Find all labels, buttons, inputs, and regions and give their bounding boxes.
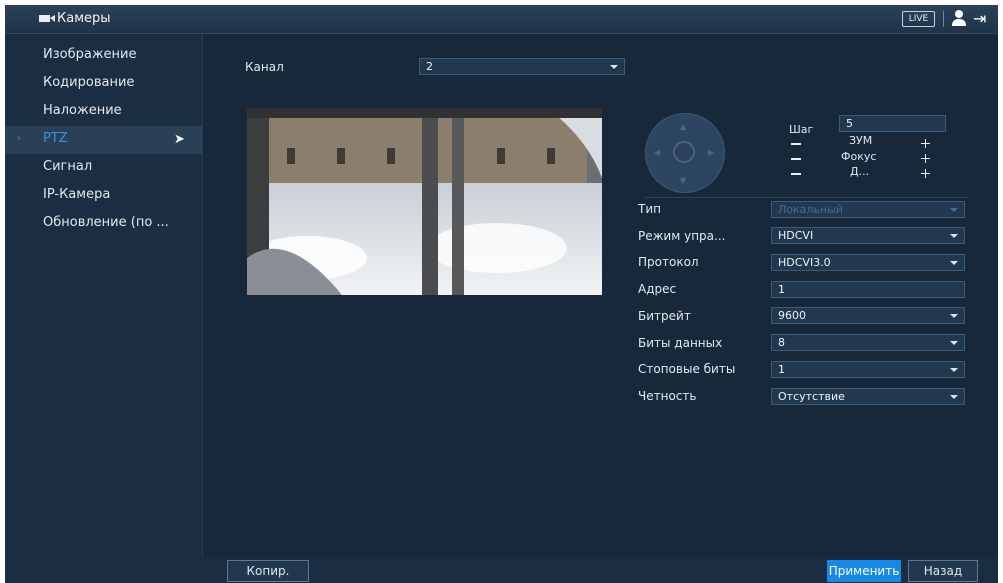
parity-value: Отсутствие (778, 390, 845, 403)
iris-label: Д... (850, 165, 870, 178)
camera-preview (247, 108, 602, 295)
address-input[interactable]: 1 (771, 281, 965, 298)
page-title: Камеры (57, 11, 111, 26)
camera-preview-image (247, 108, 602, 295)
sidebar-item-label: PTZ (43, 131, 68, 146)
protocol-label: Протокол (638, 255, 699, 269)
stopbits-value: 1 (778, 363, 785, 376)
chevron-down-icon (950, 261, 958, 265)
ptz-center-button[interactable] (673, 141, 695, 163)
sidebar-item-label: Кодирование (43, 75, 135, 90)
apply-button[interactable]: Применить (827, 560, 901, 582)
zoom-plus-button[interactable] (921, 139, 930, 148)
live-button[interactable]: LIVE (902, 11, 935, 27)
baudrate-value: 9600 (778, 309, 806, 322)
copy-button[interactable]: Копир. (227, 560, 309, 582)
baudrate-label: Битрейт (638, 309, 691, 323)
top-bar: Камеры LIVE ⇥ (5, 5, 998, 34)
video-camera-icon (39, 15, 55, 22)
chevron-down-icon (610, 65, 618, 69)
parity-select[interactable]: Отсутствие (771, 388, 965, 405)
stopbits-label: Стоповые биты (638, 362, 736, 376)
channel-value: 2 (426, 60, 433, 73)
sidebar-item-ptz[interactable]: › PTZ ➤ (5, 126, 202, 154)
sidebar-item-signal[interactable]: Сигнал (5, 154, 202, 182)
databits-value: 8 (778, 336, 785, 349)
focus-plus-button[interactable] (921, 154, 930, 163)
parity-label: Четность (638, 389, 697, 403)
arrow-left-icon[interactable]: ◀ (654, 148, 660, 157)
zoom-minus-button[interactable] (791, 143, 801, 145)
sidebar-item-encoding[interactable]: Кодирование (5, 70, 202, 98)
channel-select[interactable]: 2 (419, 58, 625, 75)
stopbits-select[interactable]: 1 (771, 361, 965, 378)
chevron-right-icon: › (17, 133, 21, 144)
control-mode-value: HDCVI (778, 229, 814, 242)
address-label: Адрес (638, 282, 677, 296)
type-label: Тип (638, 202, 661, 216)
arrow-right-icon[interactable]: ▶ (708, 148, 714, 157)
sidebar-item-label: Изображение (43, 47, 137, 62)
arrow-down-icon[interactable]: ▼ (680, 176, 686, 185)
step-value: 5 (846, 117, 853, 130)
user-icon[interactable] (952, 10, 966, 28)
focus-label: Фокус (841, 150, 877, 163)
protocol-value: HDCVI3.0 (778, 256, 831, 269)
step-label: Шаг (789, 123, 814, 136)
step-input[interactable]: 5 (839, 115, 946, 132)
chevron-down-icon (950, 314, 958, 318)
sidebar-item-label: Сигнал (43, 159, 93, 174)
control-mode-label: Режим упра... (638, 229, 726, 243)
type-select: Локальный (771, 201, 965, 218)
control-mode-select[interactable]: HDCVI (771, 227, 965, 244)
sidebar-item-update[interactable]: Обновление (по ... (5, 210, 202, 238)
zoom-label: ЗУМ (849, 134, 873, 147)
app-window: Камеры LIVE ⇥ Изображение Кодирование На… (5, 5, 998, 583)
iris-minus-button[interactable] (791, 173, 801, 175)
iris-plus-button[interactable] (921, 169, 930, 178)
divider (645, 197, 968, 198)
chevron-down-icon (950, 234, 958, 238)
chevron-down-icon (950, 341, 958, 345)
arrow-up-icon[interactable]: ▲ (680, 122, 686, 131)
sidebar-item-image[interactable]: Изображение (5, 42, 202, 70)
baudrate-select[interactable]: 9600 (771, 307, 965, 324)
sidebar-item-ip-camera[interactable]: IP-Камера (5, 182, 202, 210)
logout-icon[interactable]: ⇥ (973, 9, 986, 28)
protocol-select[interactable]: HDCVI3.0 (771, 254, 965, 271)
focus-minus-button[interactable] (791, 158, 801, 160)
chevron-down-icon (950, 368, 958, 372)
type-value: Локальный (778, 203, 843, 216)
databits-select[interactable]: 8 (771, 334, 965, 351)
chevron-down-icon (950, 395, 958, 399)
ptz-direction-pad[interactable]: ▲ ▼ ◀ ▶ (645, 113, 725, 193)
sidebar-item-label: Обновление (по ... (43, 215, 169, 230)
sidebar: Изображение Кодирование Наложение › PTZ … (5, 34, 203, 583)
back-button[interactable]: Назад (908, 560, 978, 582)
divider (943, 11, 944, 27)
sidebar-item-label: IP-Камера (43, 187, 111, 202)
mouse-cursor-icon: ➤ (174, 132, 185, 147)
chevron-down-icon (950, 208, 958, 212)
channel-label: Канал (245, 60, 284, 74)
address-value: 1 (778, 283, 785, 296)
sidebar-item-label: Наложение (43, 103, 122, 118)
sidebar-item-overlay[interactable]: Наложение (5, 98, 202, 126)
databits-label: Биты данных (638, 336, 723, 350)
